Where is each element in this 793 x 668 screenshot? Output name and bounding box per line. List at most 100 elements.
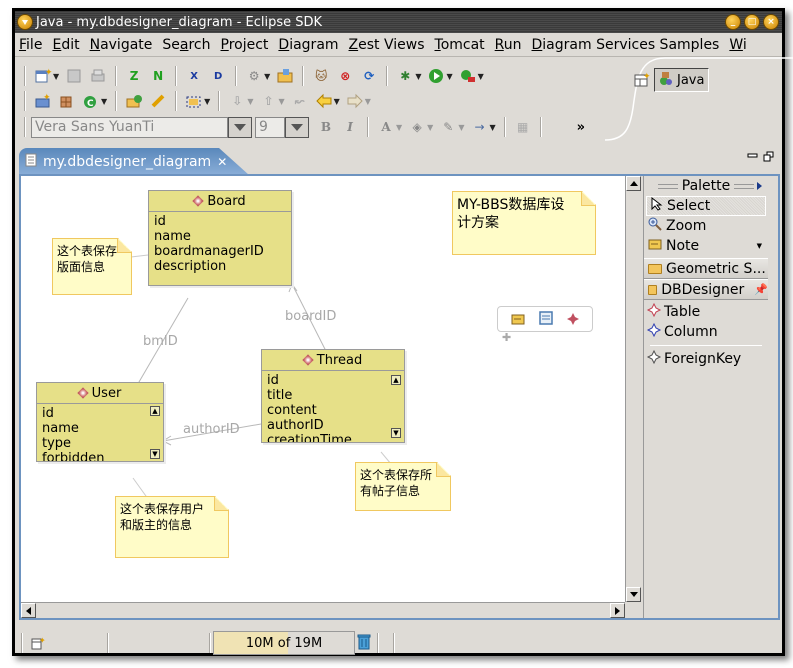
bold-button[interactable]: B: [317, 118, 335, 136]
palette-tool-select[interactable]: Select: [646, 196, 766, 216]
table-column[interactable]: content: [267, 403, 399, 418]
add-table-icon[interactable]: [567, 310, 579, 329]
fill-color-icon[interactable]: ◈: [408, 118, 426, 136]
scroll-down-button[interactable]: [626, 587, 641, 602]
column-scroll-up-button[interactable]: ▲: [150, 406, 160, 416]
note-thread[interactable]: 这个表保存所 有帖子信息: [355, 462, 451, 511]
scroll-up-button[interactable]: [626, 176, 641, 191]
palette-tool-zoom[interactable]: Zoom: [644, 216, 768, 236]
palette-drawer-geometric[interactable]: Geometric S...: [644, 258, 768, 279]
table-column[interactable]: boardmanagerID: [154, 244, 286, 259]
dropdown-arrow-icon[interactable]: ▼: [53, 72, 59, 81]
vertical-scrollbar[interactable]: [625, 176, 641, 602]
open-folder-icon[interactable]: [276, 67, 294, 85]
open-perspective-icon[interactable]: ✦: [633, 71, 651, 89]
new-d-file-icon[interactable]: D: [209, 67, 227, 85]
window-menu-icon[interactable]: [17, 14, 33, 30]
table-user[interactable]: User id name type forbidden ▲ ▼: [36, 382, 164, 462]
close-button[interactable]: ×: [763, 14, 779, 30]
table-column[interactable]: name: [154, 229, 286, 244]
palette-item-table[interactable]: Table: [644, 302, 768, 322]
table-board[interactable]: Board id name boardmanagerID description: [148, 190, 292, 286]
scroll-left-button[interactable]: [21, 603, 36, 618]
table-column[interactable]: type: [42, 436, 158, 451]
menu-wi[interactable]: Wi: [729, 37, 746, 53]
table-column[interactable]: id: [267, 373, 399, 388]
add-text-icon[interactable]: [539, 310, 553, 329]
line-color-icon[interactable]: ✎: [439, 118, 457, 136]
table-column[interactable]: authorID: [267, 418, 399, 433]
dropdown-arrow-icon[interactable]: ▼: [247, 97, 253, 106]
print-icon[interactable]: [89, 67, 107, 85]
new-wizard-icon[interactable]: ✦: [34, 67, 53, 85]
dropdown-arrow-icon[interactable]: ▼: [396, 123, 402, 132]
zest-n-icon[interactable]: N: [149, 67, 167, 85]
table-column[interactable]: name: [42, 421, 158, 436]
collapse-palette-icon[interactable]: [757, 182, 762, 190]
palette-item-foreignkey[interactable]: ForeignKey: [644, 349, 768, 369]
menu-diagram[interactable]: Diagram: [278, 37, 338, 53]
next-annotation-icon[interactable]: ⇩: [228, 92, 246, 110]
dropdown-arrow-icon[interactable]: ▼: [446, 72, 452, 81]
restore-view-icon[interactable]: [763, 151, 774, 165]
maximize-button[interactable]: □: [744, 14, 760, 30]
note-title[interactable]: MY-BBS数据库设 计方案: [452, 191, 596, 255]
select-group-icon[interactable]: [185, 92, 203, 110]
font-name-dropdown-button[interactable]: [228, 116, 252, 138]
minimize-view-icon[interactable]: [747, 152, 758, 165]
font-size-combo[interactable]: 9: [255, 116, 285, 138]
font-color-icon[interactable]: A: [377, 118, 395, 136]
dropdown-arrow-icon[interactable]: ▼: [264, 72, 270, 81]
table-column[interactable]: creationTime: [267, 433, 399, 442]
table-column[interactable]: title: [267, 388, 399, 403]
column-scroll-up-button[interactable]: ▲: [391, 375, 401, 385]
table-column[interactable]: id: [154, 214, 286, 229]
dropdown-arrow-icon[interactable]: ▼: [334, 97, 340, 106]
column-scroll-down-button[interactable]: ▼: [150, 449, 160, 459]
edit-pencil-icon[interactable]: [149, 92, 167, 110]
dropdown-arrow-icon[interactable]: ▼: [101, 97, 107, 106]
forward-icon[interactable]: [346, 92, 364, 110]
add-note-icon[interactable]: [511, 310, 525, 329]
menu-edit[interactable]: Edit: [52, 37, 79, 53]
debug-icon[interactable]: ✱: [396, 67, 414, 85]
toolbar-overflow-button[interactable]: »: [577, 120, 585, 135]
font-name-combo[interactable]: Vera Sans YuanTi: [31, 116, 228, 138]
dropdown-arrow-icon[interactable]: ▼: [204, 97, 210, 106]
palette-tool-note[interactable]: Note ▼: [644, 236, 768, 256]
menu-tomcat[interactable]: Tomcat: [435, 37, 485, 53]
table-column[interactable]: id: [42, 406, 158, 421]
dropdown-arrow-icon[interactable]: ▼: [278, 97, 284, 106]
horizontal-scrollbar[interactable]: [21, 602, 625, 618]
editor-tab[interactable]: my.dbdesigner_diagram ✕: [19, 148, 249, 175]
heap-status[interactable]: 10M of 19M: [213, 631, 355, 655]
menu-zest-views[interactable]: Zest Views: [349, 37, 425, 53]
zest-z-icon[interactable]: Z: [125, 67, 143, 85]
java-perspective-button[interactable]: Java: [654, 68, 710, 92]
menu-run[interactable]: Run: [495, 37, 522, 53]
tomcat-stop-icon[interactable]: ⊗: [336, 67, 354, 85]
palette-item-column[interactable]: Column: [644, 322, 768, 342]
run-icon[interactable]: [427, 67, 445, 85]
dropdown-arrow-icon[interactable]: ▼: [415, 72, 421, 81]
scroll-right-button[interactable]: [610, 603, 625, 618]
menu-navigate[interactable]: Navigate: [90, 37, 153, 53]
menu-search[interactable]: Search: [162, 37, 210, 53]
tomcat-start-icon[interactable]: 🐱: [312, 67, 330, 85]
new-package-icon[interactable]: [58, 92, 76, 110]
external-tools-icon[interactable]: [459, 67, 477, 85]
menu-project[interactable]: Project: [221, 37, 269, 53]
column-scroll-down-button[interactable]: ▼: [391, 428, 401, 438]
table-column[interactable]: forbidden: [42, 451, 158, 461]
dropdown-arrow-icon[interactable]: ▼: [427, 123, 433, 132]
tab-close-icon[interactable]: ✕: [217, 155, 227, 169]
new-x-file-icon[interactable]: X: [185, 67, 203, 85]
open-type-icon[interactable]: [125, 92, 143, 110]
note-user[interactable]: 这个表保存用户 和版主的信息: [115, 496, 229, 558]
diagram-canvas[interactable]: bmID boardID authorID Board id name boar…: [21, 176, 625, 602]
tomcat-restart-icon[interactable]: ⟳: [360, 67, 378, 85]
back-icon[interactable]: [315, 92, 333, 110]
italic-button[interactable]: I: [341, 118, 359, 136]
palette-drawer-dbdesigner[interactable]: DBDesigner 📌: [644, 279, 768, 300]
new-java-project-icon[interactable]: ✦: [34, 92, 52, 110]
